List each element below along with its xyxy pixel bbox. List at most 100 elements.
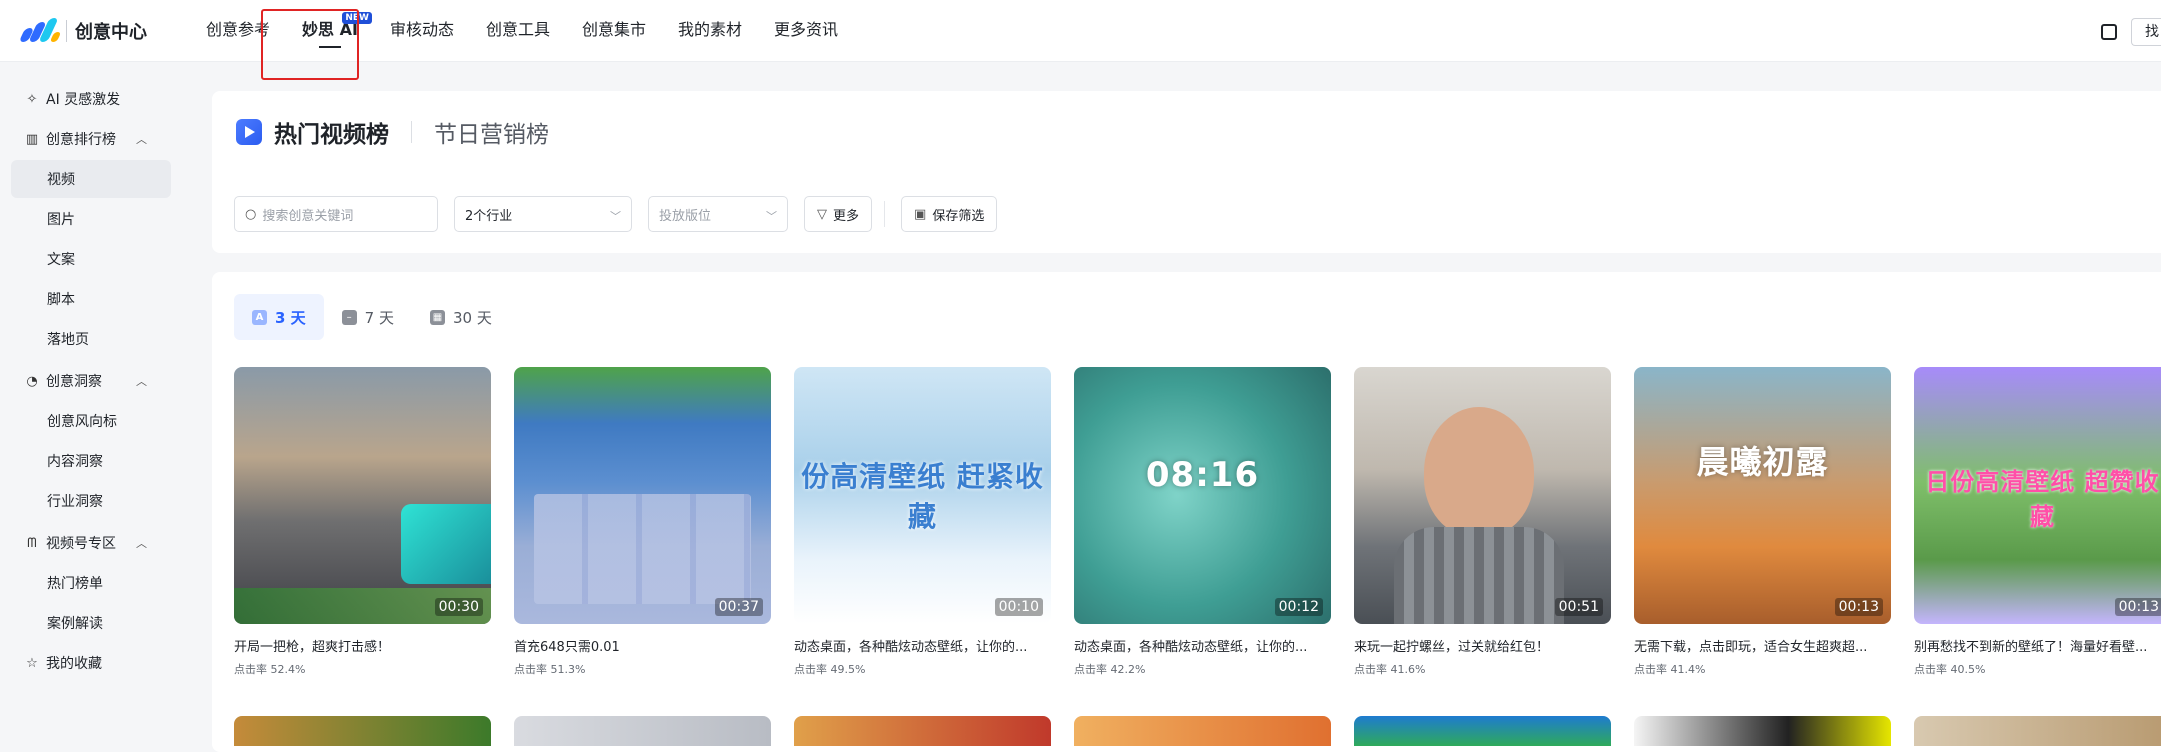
ranking-header-card: 热门视频榜 节日营销榜 ○ 搜索创意关键词 2个行业 ﹀ 投放版位 ﹀ ▽ 更多… [212, 91, 2161, 253]
video-title: 动态桌面，各种酷炫动态壁纸，让你的... [794, 640, 1028, 655]
nav-item-creative-market[interactable]: 创意集市 [566, 0, 662, 62]
video-card[interactable]: 日份高清壁纸 超赞收藏 00:13 别再愁找不到新的壁纸了！海量好看壁... 点… [1914, 367, 2161, 677]
video-title: 无需下载，点击即玩，适合女生超爽超... [1634, 640, 1868, 655]
video-thumbnail[interactable]: 晨曦初露 00:13 [1634, 367, 1891, 624]
video-title: 动态桌面，各种酷炫动态壁纸，让你的... [1074, 640, 1308, 655]
video-title: 别再愁找不到新的壁纸了！海量好看壁... [1914, 640, 2148, 655]
nav-item-creative-tools[interactable]: 创意工具 [470, 0, 566, 62]
tab-hot-video-ranking[interactable]: 热门视频榜 [274, 115, 389, 149]
sidebar-item-channels-zone[interactable]: ᗰ 视频号专区 ︿ [11, 524, 171, 562]
filter-divider [884, 201, 886, 227]
range-icon: A [252, 309, 267, 325]
video-card[interactable]: 08:16 00:12 动态桌面，各种酷炫动态壁纸，让你的... 点击率 42.… [1074, 367, 1331, 677]
top-bar: 创意中心 创意参考 妙思 AI NEW 审核动态 创意工具 创意集市 我的素材 … [0, 0, 2161, 62]
video-thumbnail[interactable]: 份高清壁纸 赶紧收藏 00:10 [794, 367, 1051, 624]
video-thumbnail[interactable]: 08:16 00:12 [1074, 367, 1331, 624]
video-thumbnail[interactable] [1634, 716, 1891, 746]
video-card[interactable]: 份高清壁纸 赶紧收藏 00:10 动态桌面，各种酷炫动态壁纸，让你的... 点击… [794, 367, 1051, 677]
video-duration: 00:10 [994, 598, 1043, 616]
industry-select[interactable]: 2个行业 ﹀ [454, 196, 632, 232]
nav-item-creative-reference[interactable]: 创意参考 [190, 0, 286, 62]
sidebar-item-creative-insight[interactable]: ◔ 创意洞察 ︿ [11, 362, 171, 400]
sidebar-item-script[interactable]: 脚本 [11, 280, 171, 318]
video-thumbnail[interactable]: 00:51 [1354, 367, 1611, 624]
sidebar-item-my-favorites[interactable]: ☆ 我的收藏 [11, 644, 171, 682]
video-ctr: 点击率 40.5% [1914, 663, 1986, 676]
tablet-icon[interactable] [2101, 24, 2117, 40]
sidebar-item-creative-ranking[interactable]: ▥ 创意排行榜 ︿ [11, 120, 171, 158]
video-title: 来玩一起拧螺丝，过关就给红包！ [1354, 640, 1550, 655]
sidebar-item-industry-insight[interactable]: 行业洞察 [11, 482, 171, 520]
video-ranking-card: A 3 天 – 7 天 ▦ 30 天 00:30 开局一把枪，超爽打击感！ 点击… [212, 272, 2161, 752]
thumbnail-overlay-text: 日份高清壁纸 超赞收藏 [1925, 468, 2160, 531]
sidebar-item-label: 视频 [47, 172, 75, 188]
app-logo[interactable]: 创意中心 [18, 16, 147, 46]
video-thumbnail[interactable] [794, 716, 1051, 746]
sidebar-item-content-insight[interactable]: 内容洞察 [11, 442, 171, 480]
calendar-icon: ▦ [429, 309, 445, 325]
video-thumbnail[interactable] [1914, 716, 2161, 746]
chevron-down-icon: ﹀ [766, 210, 777, 223]
placement-placeholder: 投放版位 [659, 208, 712, 224]
video-thumbnail[interactable] [234, 716, 491, 746]
tab-range-3-days[interactable]: A 3 天 [234, 294, 324, 340]
nav-label: 我的素材 [677, 20, 742, 39]
sidebar-item-image[interactable]: 图片 [11, 200, 171, 238]
find-button[interactable]: 找 [2131, 18, 2161, 46]
sidebar-item-trend-indicator[interactable]: 创意风向标 [11, 402, 171, 440]
sidebar-item-hot-list[interactable]: 热门榜单 [11, 564, 171, 602]
video-thumbnail[interactable] [514, 716, 771, 746]
filter-bar: ○ 搜索创意关键词 2个行业 ﹀ 投放版位 ﹀ ▽ 更多 ▣ 保存筛选 [234, 196, 1013, 232]
nav-label: 更多资讯 [774, 20, 839, 39]
video-thumbnail[interactable]: 日份高清壁纸 超赞收藏 00:13 [1914, 367, 2161, 624]
video-duration: 00:13 [1834, 598, 1883, 616]
sidebar-item-ai-inspiration[interactable]: ✧ AI 灵感激发 [11, 80, 171, 118]
nav-label: 创意参考 [206, 20, 271, 39]
sidebar-item-label: 图片 [47, 212, 75, 228]
range-icon: – [341, 309, 357, 325]
tab-range-7-days[interactable]: – 7 天 [324, 294, 412, 340]
nav-item-my-assets[interactable]: 我的素材 [662, 0, 758, 62]
chevron-up-icon: ︿ [136, 133, 147, 146]
video-duration: 00:37 [714, 598, 763, 616]
tab-range-30-days[interactable]: ▦ 30 天 [412, 294, 510, 340]
video-duration: 00:30 [434, 598, 483, 616]
video-duration: 00:51 [1554, 598, 1603, 616]
sidebar-item-label: 内容洞察 [47, 454, 103, 470]
video-thumbnail[interactable] [1354, 716, 1611, 746]
ranking-tabs: 热门视频榜 节日营销榜 [236, 115, 549, 149]
nav-item-miaosi-ai[interactable]: 妙思 AI NEW [286, 0, 374, 62]
sidebar-item-copy[interactable]: 文案 [11, 240, 171, 278]
nav-item-more-news[interactable]: 更多资讯 [758, 0, 854, 62]
star-icon: ☆ [26, 655, 38, 671]
video-thumbnail[interactable]: 00:30 [234, 367, 491, 624]
video-card[interactable]: 00:51 来玩一起拧螺丝，过关就给红包！ 点击率 41.6% [1354, 367, 1611, 677]
video-title: 开局一把枪，超爽打击感！ [234, 640, 391, 655]
placement-select[interactable]: 投放版位 ﹀ [648, 196, 788, 232]
video-ctr: 点击率 41.6% [1354, 663, 1426, 676]
logo-mark-icon [18, 18, 62, 44]
tab-holiday-marketing-ranking[interactable]: 节日营销榜 [434, 115, 549, 149]
video-card[interactable]: 晨曦初露 00:13 无需下载，点击即玩，适合女生超爽超... 点击率 41.4… [1634, 367, 1891, 677]
more-filters-button[interactable]: ▽ 更多 [804, 196, 873, 232]
sidebar-item-label: 案例解读 [47, 616, 103, 632]
video-thumbnail[interactable]: 00:37 [514, 367, 771, 624]
tab-divider [411, 121, 412, 143]
sidebar-item-video[interactable]: 视频 [11, 160, 171, 198]
nav-item-review-updates[interactable]: 审核动态 [374, 0, 470, 62]
video-card[interactable]: 00:30 开局一把枪，超爽打击感！ 点击率 52.4% [234, 367, 491, 677]
video-card[interactable]: 00:37 首充648只需0.01 点击率 51.3% [514, 367, 771, 677]
sidebar-item-landing-page[interactable]: 落地页 [11, 320, 171, 358]
video-ctr: 点击率 51.3% [514, 663, 586, 676]
sidebar-item-case-study[interactable]: 案例解读 [11, 604, 171, 642]
save-icon: ▣ [914, 206, 927, 222]
sparkle-icon: ✧ [26, 91, 38, 107]
video-thumbnail[interactable] [1074, 716, 1331, 746]
sidebar-item-label: 我的收藏 [46, 656, 102, 672]
nav-label: 审核动态 [389, 20, 454, 39]
industry-select-value: 2个行业 [465, 208, 513, 224]
more-filters-label: 更多 [833, 208, 860, 224]
chevron-up-icon: ︿ [136, 375, 147, 388]
search-input[interactable]: ○ 搜索创意关键词 [234, 196, 438, 232]
save-filter-button[interactable]: ▣ 保存筛选 [901, 196, 998, 232]
